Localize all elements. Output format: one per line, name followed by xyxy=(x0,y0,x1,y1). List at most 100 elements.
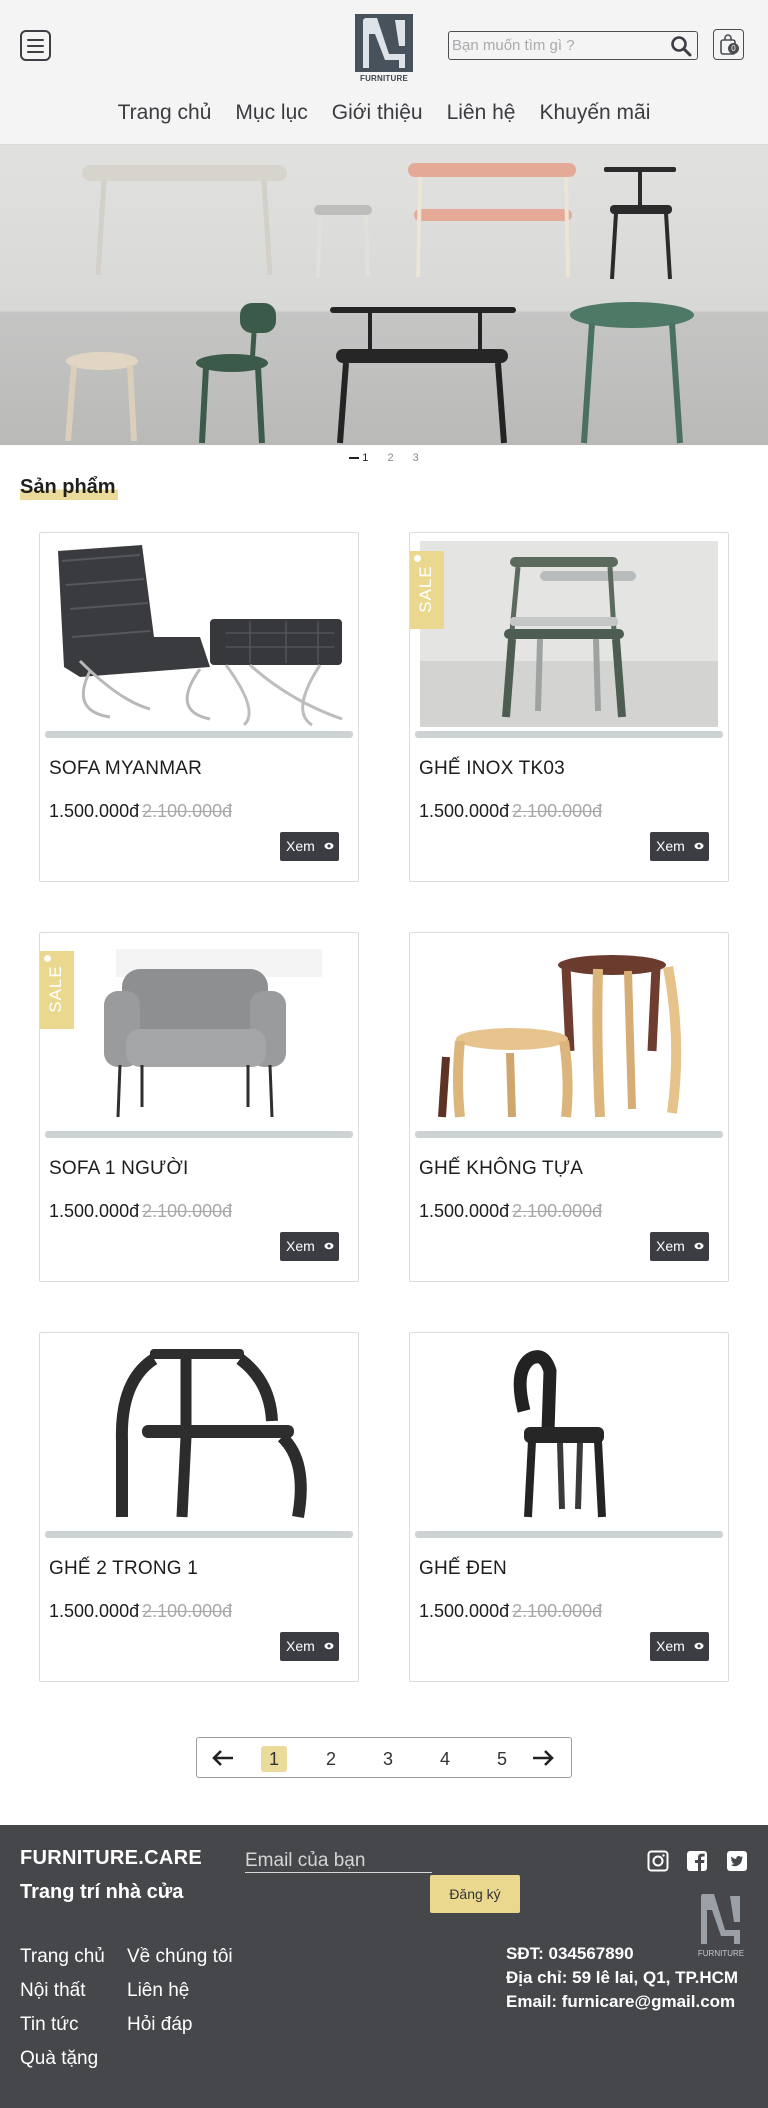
eye-icon xyxy=(324,842,334,850)
current-price: 1.500.000đ xyxy=(419,1201,510,1221)
footer-link-furniture[interactable]: Nội thất xyxy=(20,1974,105,2008)
newsletter-email-input[interactable] xyxy=(245,1849,432,1873)
product-name[interactable]: GHẾ 2 TRONG 1 xyxy=(49,1558,198,1580)
current-price: 1.500.000đ xyxy=(419,801,510,821)
view-button[interactable]: Xem xyxy=(650,1632,709,1661)
nav-item-promotions[interactable]: Khuyến mãi xyxy=(539,96,650,130)
contact-phone: SĐT: 034567890 xyxy=(506,1944,634,1963)
current-price: 1.500.000đ xyxy=(419,1601,510,1621)
product-price: 1.500.000đ 2.100.000đ xyxy=(49,1601,232,1622)
product-card[interactable]: GHẾ 2 TRONG 1 1.500.000đ 2.100.000đ Xem xyxy=(39,1332,359,1682)
hero-banner-image xyxy=(0,145,768,445)
product-name[interactable]: GHẾ KHÔNG TỰA xyxy=(419,1158,583,1180)
product-image xyxy=(420,1341,718,1527)
product-image xyxy=(50,541,348,727)
cart-button[interactable]: 0 xyxy=(713,29,744,60)
product-name[interactable]: GHẾ ĐEN xyxy=(419,1558,507,1580)
product-name[interactable]: GHẾ INOX TK03 xyxy=(419,758,565,780)
search-input[interactable] xyxy=(452,34,652,56)
pagination: 1 2 3 4 5 xyxy=(196,1737,572,1778)
sale-label: SALE xyxy=(46,965,65,1013)
product-name[interactable]: SOFA MYANMAR xyxy=(49,758,202,780)
site-header: FURNITURE 0 Trang chủ Mục lục Giới thiệu… xyxy=(0,0,768,145)
hamburger-menu-icon[interactable] xyxy=(20,30,51,61)
nav-item-home[interactable]: Trang chủ xyxy=(118,96,212,130)
nav-item-about[interactable]: Giới thiệu xyxy=(332,96,423,130)
view-label: Xem xyxy=(656,838,685,854)
contact-email: Email: furnicare@gmail.com xyxy=(506,1992,736,2011)
footer-link-about[interactable]: Về chúng tôi xyxy=(127,1940,233,1974)
footer-link-news[interactable]: Tin tức xyxy=(20,2008,105,2042)
product-price: 1.500.000đ 2.100.000đ xyxy=(419,1601,602,1622)
current-price: 1.500.000đ xyxy=(49,1201,140,1221)
slider-dots: 1 2 3 xyxy=(0,452,768,472)
view-label: Xem xyxy=(656,1238,685,1254)
slider-dot-1[interactable]: 1 xyxy=(349,452,368,464)
page-3[interactable]: 3 xyxy=(375,1746,401,1772)
facebook-icon[interactable] xyxy=(686,1850,708,1872)
product-divider xyxy=(45,1531,353,1538)
old-price: 2.100.000đ xyxy=(512,1201,603,1221)
footer-link-home[interactable]: Trang chủ xyxy=(20,1940,105,1974)
product-card[interactable]: SALE SOFA 1 NGƯỜI 1.500.000đ 2.100.000đ X… xyxy=(39,932,359,1282)
nav-item-contact[interactable]: Liên hệ xyxy=(447,96,516,130)
footer-links-col-2: Về chúng tôi Liên hệ Hỏi đáp xyxy=(127,1940,233,2042)
footer-links-col-1: Trang chủ Nội thất Tin tức Quà tặng xyxy=(20,1940,105,2076)
product-card[interactable]: GHẾ KHÔNG TỰA 1.500.000đ 2.100.000đ Xem xyxy=(409,932,729,1282)
view-button[interactable]: Xem xyxy=(280,1632,339,1661)
view-button[interactable]: Xem xyxy=(650,1232,709,1261)
product-card[interactable]: SOFA MYANMAR 1.500.000đ 2.100.000đ Xem xyxy=(39,532,359,882)
product-card[interactable]: GHẾ ĐEN 1.500.000đ 2.100.000đ Xem xyxy=(409,1332,729,1682)
product-price: 1.500.000đ 2.100.000đ xyxy=(49,801,232,822)
old-price: 2.100.000đ xyxy=(142,1201,233,1221)
arrow-right-icon[interactable] xyxy=(531,1748,555,1768)
product-divider xyxy=(415,1531,723,1538)
slider-dot-2[interactable]: 2 xyxy=(387,452,393,464)
nav-item-catalog[interactable]: Mục lục xyxy=(235,96,307,130)
view-button[interactable]: Xem xyxy=(280,832,339,861)
cart-count-badge: 0 xyxy=(728,43,739,54)
footer-tagline: Trang trí nhà cửa xyxy=(20,1881,184,1903)
product-image xyxy=(420,541,718,727)
subscribe-button[interactable]: Đăng ký xyxy=(430,1875,520,1913)
footer-link-gifts[interactable]: Quà tặng xyxy=(20,2042,105,2076)
page-4[interactable]: 4 xyxy=(432,1746,458,1772)
product-divider xyxy=(45,1131,353,1138)
product-divider xyxy=(415,731,723,738)
product-card[interactable]: SALE GHẾ INOX TK03 1.500.000đ 2.100.000đ … xyxy=(409,532,729,882)
footer-link-faq[interactable]: Hỏi đáp xyxy=(127,2008,233,2042)
eye-icon xyxy=(694,1642,704,1650)
section-title: Sản phẩm xyxy=(20,474,118,500)
page-2[interactable]: 2 xyxy=(318,1746,344,1772)
view-button[interactable]: Xem xyxy=(280,1232,339,1261)
arrow-left-icon[interactable] xyxy=(211,1748,235,1768)
footer-link-contact[interactable]: Liên hệ xyxy=(127,1974,233,2008)
product-image xyxy=(50,941,348,1127)
instagram-icon[interactable] xyxy=(647,1850,669,1872)
view-button[interactable]: Xem xyxy=(650,832,709,861)
twitter-icon[interactable] xyxy=(726,1850,748,1872)
old-price: 2.100.000đ xyxy=(142,801,233,821)
current-price: 1.500.000đ xyxy=(49,801,140,821)
slider-dot-3[interactable]: 3 xyxy=(413,452,419,464)
view-label: Xem xyxy=(656,1638,685,1654)
page-5[interactable]: 5 xyxy=(489,1746,515,1772)
footer-brand: FURNITURE.CARE xyxy=(20,1847,202,1869)
current-price: 1.500.000đ xyxy=(49,1601,140,1621)
eye-icon xyxy=(324,1642,334,1650)
search-icon[interactable] xyxy=(670,35,692,57)
product-price: 1.500.000đ 2.100.000đ xyxy=(49,1201,232,1222)
view-label: Xem xyxy=(286,1638,315,1654)
product-name[interactable]: SOFA 1 NGƯỜI xyxy=(49,1158,188,1180)
sale-badge: SALE xyxy=(410,551,444,629)
product-divider xyxy=(415,1131,723,1138)
site-footer: FURNITURE.CARE Trang trí nhà cửa Đăng ký… xyxy=(0,1825,768,2108)
contact-address: Địa chỉ: 59 lê lai, Q1, TP.HCM xyxy=(506,1968,739,1987)
page-1[interactable]: 1 xyxy=(261,1746,287,1772)
product-price: 1.500.000đ 2.100.000đ xyxy=(419,1201,602,1222)
product-image xyxy=(420,941,718,1127)
product-price: 1.500.000đ 2.100.000đ xyxy=(419,801,602,822)
chair-logo-icon xyxy=(355,14,413,72)
old-price: 2.100.000đ xyxy=(512,801,603,821)
site-logo[interactable]: FURNITURE xyxy=(355,14,413,84)
